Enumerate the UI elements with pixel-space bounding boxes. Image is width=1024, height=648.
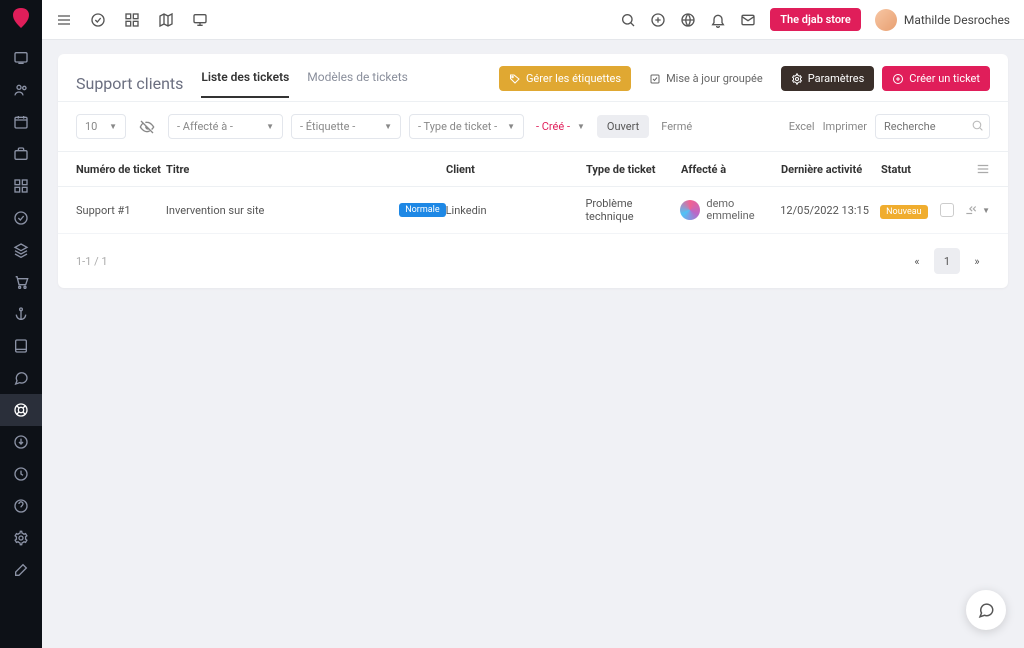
th-title[interactable]: Titre bbox=[166, 163, 446, 176]
th-status[interactable]: Statut bbox=[881, 163, 941, 176]
pager-first-button[interactable]: « bbox=[904, 248, 930, 274]
nav-download-icon[interactable] bbox=[0, 426, 42, 458]
manage-labels-button[interactable]: Gérer les étiquettes bbox=[499, 66, 631, 91]
tab-ticket-list[interactable]: Liste des tickets bbox=[201, 70, 289, 98]
label-filter[interactable]: - Étiquette - ▼ bbox=[291, 114, 401, 139]
add-icon[interactable] bbox=[650, 12, 666, 28]
topbar: The djab store Mathilde Desroches bbox=[42, 0, 1024, 40]
create-ticket-label: Créer un ticket bbox=[909, 72, 980, 85]
user-name-label: Mathilde Desroches bbox=[904, 13, 1010, 27]
th-assigned[interactable]: Affecté à bbox=[681, 163, 781, 176]
cell-assigned: demo emmeline bbox=[706, 198, 780, 222]
page-size-value: 10 bbox=[85, 120, 97, 133]
nav-people-icon[interactable] bbox=[0, 74, 42, 106]
th-activity[interactable]: Dernière activité bbox=[781, 163, 881, 176]
assigned-filter-value: - Affecté à - bbox=[177, 120, 233, 133]
chevron-down-icon: ▼ bbox=[266, 122, 274, 131]
visibility-toggle-icon[interactable] bbox=[134, 115, 160, 139]
cell-activity: 12/05/2022 13:15 bbox=[780, 204, 880, 217]
pager-page-button[interactable]: 1 bbox=[934, 248, 960, 274]
th-type[interactable]: Type de ticket bbox=[586, 163, 681, 176]
chat-fab[interactable] bbox=[966, 590, 1006, 630]
monitor-icon[interactable] bbox=[192, 12, 208, 28]
nav-book-icon[interactable] bbox=[0, 330, 42, 362]
chevron-down-icon: ▼ bbox=[507, 122, 515, 131]
row-checkbox[interactable] bbox=[940, 203, 954, 217]
nav-dashboard-icon[interactable] bbox=[0, 42, 42, 74]
priority-badge: Normale bbox=[399, 203, 445, 217]
nav-edit-icon[interactable] bbox=[0, 554, 42, 586]
nav-cart-icon[interactable] bbox=[0, 266, 42, 298]
chevron-down-icon: ▼ bbox=[384, 122, 392, 131]
bulk-update-label: Mise à jour groupée bbox=[666, 72, 763, 85]
nav-layers-icon[interactable] bbox=[0, 234, 42, 266]
nav-calendar-icon[interactable] bbox=[0, 106, 42, 138]
user-avatar bbox=[875, 9, 897, 31]
chevron-down-icon: ▼ bbox=[109, 122, 117, 131]
user-menu[interactable]: Mathilde Desroches bbox=[875, 9, 1010, 31]
nav-anchor-icon[interactable] bbox=[0, 298, 42, 330]
search-icon bbox=[971, 119, 984, 132]
status-open-button[interactable]: Ouvert bbox=[597, 115, 649, 138]
status-badge: Nouveau bbox=[880, 205, 927, 219]
settings-label: Paramètres bbox=[808, 72, 865, 85]
nav-settings-icon[interactable] bbox=[0, 522, 42, 554]
tabs: Liste des tickets Modèles de tickets bbox=[201, 70, 407, 98]
bell-icon[interactable] bbox=[710, 12, 726, 28]
globe-icon[interactable] bbox=[680, 12, 696, 28]
row-actions-icon[interactable]: ▼ bbox=[964, 203, 990, 217]
mail-icon[interactable] bbox=[740, 12, 756, 28]
settings-button[interactable]: Paramètres bbox=[781, 66, 875, 91]
store-button[interactable]: The djab store bbox=[770, 8, 861, 31]
app-logo bbox=[9, 6, 33, 30]
type-filter-value: - Type de ticket - bbox=[418, 120, 497, 133]
nav-grid-icon[interactable] bbox=[0, 170, 42, 202]
menu-icon[interactable] bbox=[56, 12, 72, 28]
cell-client: Linkedin bbox=[446, 204, 586, 217]
search-icon[interactable] bbox=[620, 12, 636, 28]
assignee-avatar bbox=[680, 200, 700, 220]
created-filter[interactable]: - Créé - ▼ bbox=[532, 120, 589, 133]
cell-number: Support #1 bbox=[76, 204, 166, 217]
chevron-down-icon: ▼ bbox=[577, 122, 585, 131]
tickets-card: Support clients Liste des tickets Modèle… bbox=[58, 54, 1008, 288]
create-ticket-button[interactable]: Créer un ticket bbox=[882, 66, 990, 91]
map-icon[interactable] bbox=[158, 12, 174, 28]
type-filter[interactable]: - Type de ticket - ▼ bbox=[409, 114, 524, 139]
label-filter-value: - Étiquette - bbox=[300, 120, 355, 133]
pagination: « 1 » bbox=[904, 248, 990, 274]
created-filter-value: - Créé - bbox=[536, 120, 570, 133]
cell-title: Invervention sur site bbox=[166, 204, 264, 217]
manage-labels-label: Gérer les étiquettes bbox=[526, 72, 621, 85]
task-check-icon[interactable] bbox=[90, 12, 106, 28]
export-excel-button[interactable]: Excel bbox=[789, 120, 815, 133]
nav-clock-icon[interactable] bbox=[0, 458, 42, 490]
assigned-filter[interactable]: - Affecté à - ▼ bbox=[168, 114, 283, 139]
table-row[interactable]: Support #1 Invervention sur site Normale… bbox=[58, 187, 1008, 234]
tab-ticket-templates[interactable]: Modèles de tickets bbox=[307, 70, 408, 98]
pager-last-button[interactable]: » bbox=[964, 248, 990, 274]
cell-type: Problème technique bbox=[585, 197, 680, 223]
bulk-update-button[interactable]: Mise à jour groupée bbox=[639, 66, 773, 91]
nav-briefcase-icon[interactable] bbox=[0, 138, 42, 170]
table-header: Numéro de ticket Titre Client Type de ti… bbox=[58, 152, 1008, 187]
page-title: Support clients bbox=[76, 74, 183, 93]
left-sidebar bbox=[0, 0, 42, 648]
nav-check-icon[interactable] bbox=[0, 202, 42, 234]
row-count: 1-1 / 1 bbox=[76, 255, 108, 268]
nav-chat-icon[interactable] bbox=[0, 362, 42, 394]
th-number[interactable]: Numéro de ticket bbox=[76, 163, 166, 176]
th-client[interactable]: Client bbox=[446, 163, 586, 176]
nav-help-icon[interactable] bbox=[0, 490, 42, 522]
apps-grid-icon[interactable] bbox=[124, 12, 140, 28]
status-closed-button[interactable]: Fermé bbox=[651, 115, 702, 138]
nav-support-icon[interactable] bbox=[0, 394, 42, 426]
print-button[interactable]: Imprimer bbox=[823, 120, 867, 133]
page-size-select[interactable]: 10 ▼ bbox=[76, 114, 126, 139]
chevron-down-icon: ▼ bbox=[982, 206, 990, 215]
columns-menu-icon[interactable] bbox=[976, 162, 990, 176]
